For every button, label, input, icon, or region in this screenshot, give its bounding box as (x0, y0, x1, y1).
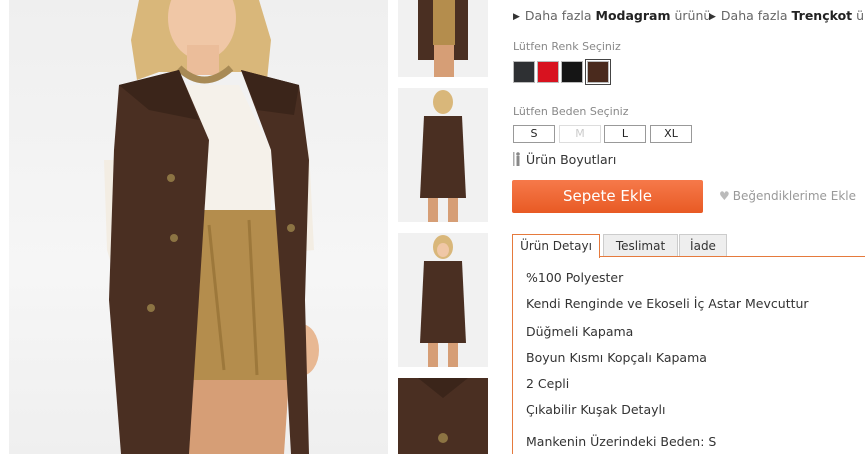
add-to-cart-button[interactable]: Sepete Ekle (512, 180, 703, 213)
detail-item: Düğmeli Kapama (526, 324, 634, 339)
size-button-s[interactable]: S (513, 125, 555, 143)
color-swatch-dark-grey[interactable] (513, 61, 535, 83)
product-details-panel: %100 Polyester Kendi Renginde ve Ekoseli… (512, 256, 865, 454)
color-swatch-brown[interactable] (585, 59, 611, 85)
thumbnail-1[interactable] (398, 0, 488, 77)
add-to-favorites-link[interactable]: ♥ Beğendiklerime Ekle (719, 189, 856, 203)
detail-item: Boyun Kısmı Kopçalı Kapama (526, 350, 707, 365)
color-swatch-black[interactable] (561, 61, 583, 83)
arrow-right-icon: ▶ (513, 12, 520, 22)
tab-product-details[interactable]: Ürün Detayı (512, 234, 600, 258)
detail-item: Mankenin Üzerindeki Beden: S (526, 434, 717, 449)
size-section-label: Lütfen Beden Seçiniz (513, 105, 629, 118)
arrow-right-icon: ▶ (709, 12, 716, 22)
thumbnail-2[interactable] (398, 88, 488, 222)
size-guide-link[interactable]: Ürün Boyutları (513, 152, 616, 167)
thumbnail-3[interactable] (398, 233, 488, 367)
detail-item: Çıkabilir Kuşak Detaylı (526, 402, 666, 417)
main-product-photo[interactable] (9, 0, 388, 454)
detail-item: Kendi Renginde ve Ekoseli İç Astar Mevcu… (526, 296, 809, 311)
tab-delivery[interactable]: Teslimat (603, 234, 678, 257)
color-swatch-red[interactable] (537, 61, 559, 83)
heart-icon: ♥ (719, 189, 730, 203)
size-button-m[interactable]: M (559, 125, 601, 143)
more-category-link[interactable]: ▶Daha fazla Trençkot ürünü (709, 8, 865, 23)
detail-item: %100 Polyester (526, 270, 624, 285)
color-section-label: Lütfen Renk Seçiniz (513, 40, 621, 53)
tab-returns[interactable]: İade (679, 234, 727, 257)
size-button-l[interactable]: L (604, 125, 646, 143)
detail-item: 2 Cepli (526, 376, 570, 391)
more-brand-link[interactable]: ▶ Daha fazla Modagram ürünü (513, 8, 711, 23)
size-button-xl[interactable]: XL (650, 125, 692, 143)
ruler-person-icon (513, 152, 520, 166)
thumbnail-4[interactable] (398, 378, 488, 454)
